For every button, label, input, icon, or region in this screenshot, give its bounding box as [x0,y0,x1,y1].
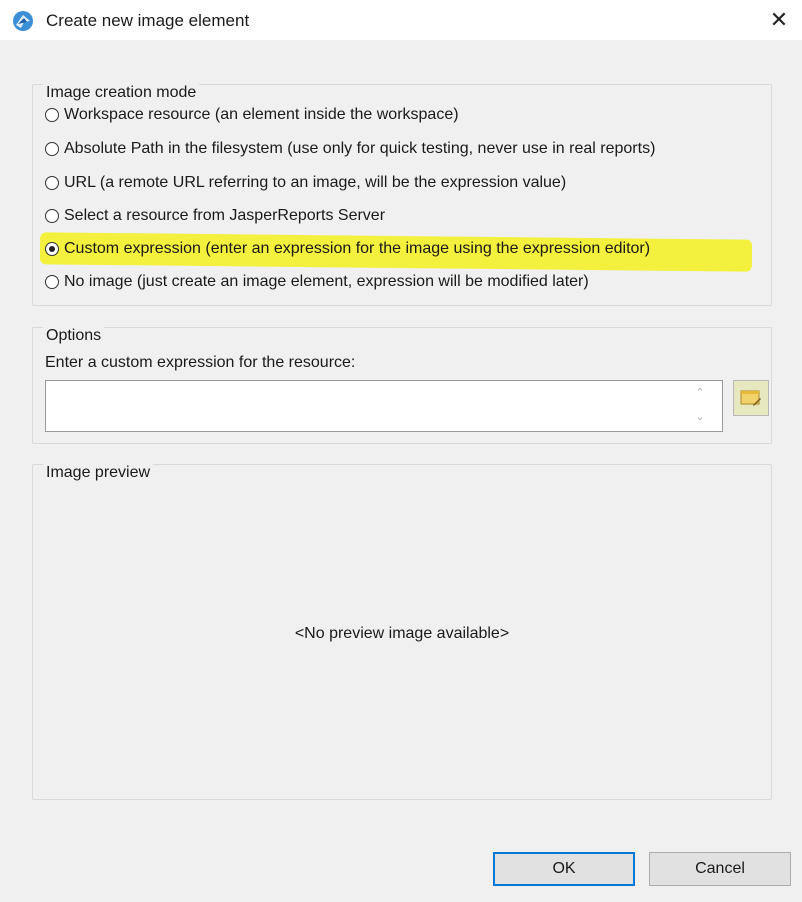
expression-editor-icon [740,390,761,406]
radio-custom-expression[interactable]: Custom expression (enter an expression f… [45,237,650,261]
scroll-down-icon[interactable]: ⌄ [693,410,707,424]
jaspersoft-logo-icon [13,11,33,31]
radio-button-icon[interactable] [45,275,59,289]
options-group: Options Enter a custom expression for th… [32,327,772,444]
title-bar: Create new image element ✕ [0,0,802,40]
radio-jasperreports-server[interactable]: Select a resource from JasperReports Ser… [45,204,385,228]
radio-url[interactable]: URL (a remote URL referring to an image,… [45,171,566,195]
image-preview-group: Image preview <No preview image availabl… [32,464,772,800]
radio-no-image[interactable]: No image (just create an image element, … [45,270,589,294]
radio-button-icon[interactable] [45,142,59,156]
radio-label: No image (just create an image element, … [64,273,589,290]
cancel-button[interactable]: Cancel [649,852,791,886]
no-preview-text: <No preview image available> [294,625,510,642]
radio-label: Absolute Path in the filesystem (use onl… [64,140,656,157]
radio-absolute-path[interactable]: Absolute Path in the filesystem (use onl… [45,137,655,161]
window-title: Create new image element [46,11,250,30]
image-creation-mode-legend: Image creation mode [43,84,200,102]
image-creation-mode-group: Image creation mode Workspace resource (… [32,84,772,306]
options-legend: Options [43,327,105,345]
image-preview-legend: Image preview [43,464,154,482]
radio-button-icon[interactable] [45,209,59,223]
radio-label: Select a resource from JasperReports Ser… [64,207,386,224]
radio-label: Custom expression (enter an expression f… [64,240,651,257]
expression-editor-button[interactable] [733,380,769,416]
scroll-up-icon[interactable]: ⌃ [693,386,707,400]
radio-label: URL (a remote URL referring to an image,… [64,174,567,191]
radio-button-icon[interactable] [45,176,59,190]
expression-label: Enter a custom expression for the resour… [45,354,356,371]
radio-label: Workspace resource (an element inside th… [64,106,459,123]
radio-button-icon[interactable] [45,108,59,122]
ok-button[interactable]: OK [493,852,635,886]
radio-button-selected-icon[interactable] [45,242,59,256]
close-button[interactable]: ✕ [756,0,802,40]
expression-input[interactable] [45,380,723,432]
close-icon: ✕ [769,7,789,32]
radio-workspace-resource[interactable]: Workspace resource (an element inside th… [45,103,459,127]
